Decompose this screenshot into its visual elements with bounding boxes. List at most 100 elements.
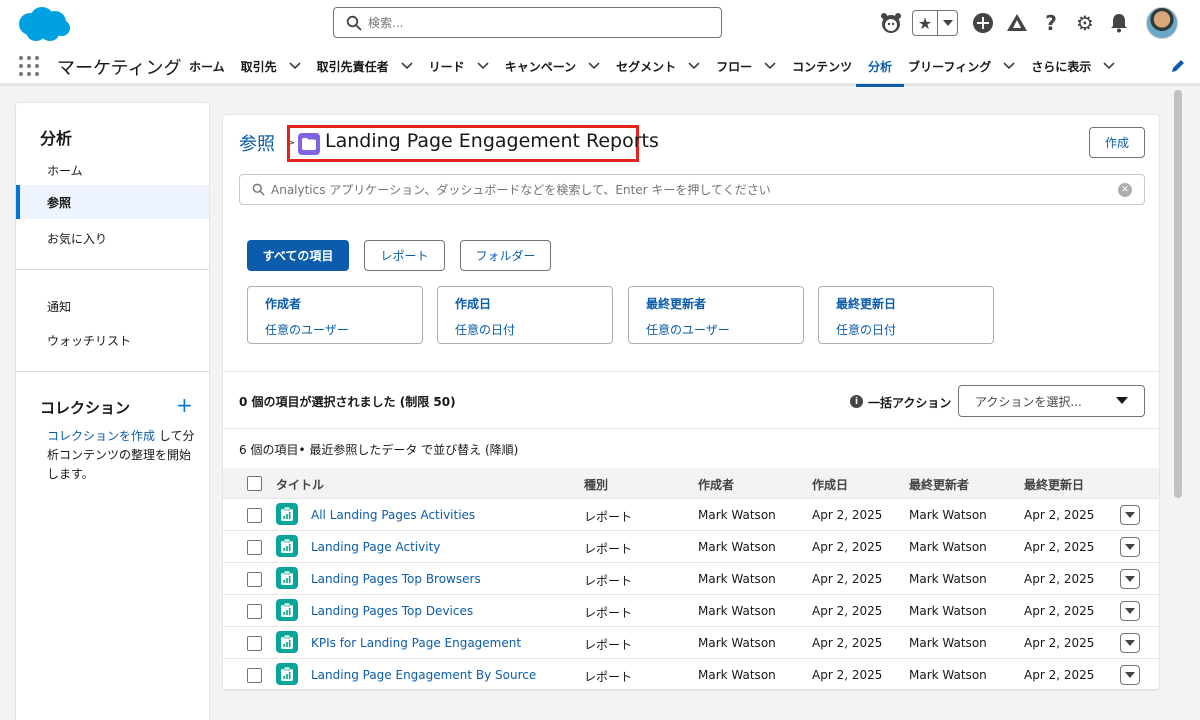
einstein-icon[interactable] [874,6,908,40]
row-checkbox[interactable] [247,540,262,555]
row-actions-menu-button[interactable] [1120,569,1140,589]
filter-card-value: 任意のユーザー [646,323,730,337]
chevron-down-icon[interactable] [588,62,600,70]
page-scrollbar[interactable] [1174,90,1182,498]
nav-item[interactable]: コンテンツ [792,46,852,86]
nav-item-label: フロー [716,59,753,74]
column-header-title[interactable]: タイトル [276,476,324,493]
row-checkbox[interactable] [247,636,262,651]
nav-item-label: さらに表示 [1031,59,1092,74]
row-actions-menu-button[interactable] [1120,505,1140,525]
sidebar-item-home[interactable]: ホーム [16,153,209,187]
row-checkbox[interactable] [247,508,262,523]
help-icon[interactable]: ? [1034,6,1068,40]
report-title-link[interactable]: Landing Pages Top Browsers [311,572,481,586]
chevron-down-icon [1125,672,1135,678]
cell-created-date: Apr 2, 2025 [812,636,883,650]
breadcrumb[interactable]: 参照 [239,130,275,156]
chevron-down-icon[interactable] [764,62,776,70]
edit-nav-pencil-icon[interactable] [1170,58,1186,74]
chevron-down-icon[interactable] [289,62,301,70]
global-search-input[interactable]: 検索... [333,7,722,38]
sidebar-item-notifications[interactable]: 通知 [16,289,209,323]
nav-item[interactable]: 取引先責任者 [317,46,413,86]
app-launcher-icon[interactable] [19,56,39,76]
create-collection-link[interactable]: コレクションを作成 [47,429,155,443]
cell-modified-by: Mark Watson [909,508,987,522]
table-row: Landing Page Activity レポート Mark Watson Apr … [223,531,1159,563]
nav-item-label: ブリーフィング [908,59,992,74]
user-avatar[interactable] [1146,7,1178,39]
column-header-created-date[interactable]: 作成日 [812,476,848,493]
cell-created-date: Apr 2, 2025 [812,508,883,522]
nav-item[interactable]: キャンペーン [505,46,600,86]
nav-item[interactable]: フロー [716,46,776,86]
chevron-down-icon[interactable] [477,62,489,70]
salesforce-logo[interactable] [12,4,72,44]
column-header-created-by[interactable]: 作成者 [698,476,734,493]
trailhead-icon[interactable] [1000,6,1034,40]
nav-item[interactable]: セグメント [616,46,700,86]
row-checkbox[interactable] [247,572,262,587]
row-actions-menu-button[interactable] [1120,665,1140,685]
report-icon [276,535,298,557]
setup-gear-icon[interactable]: ⚙ [1068,6,1102,40]
select-all-checkbox[interactable] [247,476,262,491]
report-title-link[interactable]: All Landing Pages Activities [311,508,475,522]
column-header-modified-date[interactable]: 最終更新日 [1024,476,1084,493]
add-icon[interactable] [966,6,1000,40]
favorites-star-icon[interactable]: ★ [913,11,937,35]
sidebar-item-favorites[interactable]: お気に入り [16,221,209,255]
column-header-type[interactable]: 種別 [584,476,608,493]
sidebar-item-browse[interactable]: 参照 [16,185,209,219]
chevron-down-icon[interactable] [1003,62,1015,70]
filter-card-modified-by[interactable]: 最終更新者 任意のユーザー [628,286,804,344]
collections-title: コレクション [40,399,131,417]
nav-item[interactable]: さらに表示 [1031,46,1115,86]
filter-reports-button[interactable]: レポート [364,240,445,271]
report-title-link[interactable]: Landing Page Activity [311,540,440,554]
chevron-down-icon[interactable] [1103,62,1115,70]
filter-card-created-date[interactable]: 作成日 任意の日付 [437,286,613,344]
global-header: 検索... ★ ? ⚙ [0,0,1200,46]
cell-modified-date: Apr 2, 2025 [1024,636,1095,650]
row-checkbox[interactable] [247,604,262,619]
row-actions-menu-button[interactable] [1120,537,1140,557]
cell-created-by: Mark Watson [698,636,776,650]
nav-item[interactable]: リード [429,46,489,86]
filter-card-modified-date[interactable]: 最終更新日 任意の日付 [818,286,994,344]
create-button[interactable]: 作成 [1089,127,1145,158]
nav-item[interactable]: 分析 [856,46,905,87]
page-title: Landing Page Engagement Reports [325,130,659,152]
favorites-dropdown-icon[interactable] [937,11,957,35]
bulk-action-select[interactable]: アクションを選択... [958,385,1145,417]
filter-card-title: 最終更新者 [646,297,707,311]
clear-search-icon[interactable]: ✕ [1118,183,1132,197]
report-title-link[interactable]: KPIs for Landing Page Engagement [311,636,521,650]
sidebar-item-watchlist[interactable]: ウォッチリスト [16,323,209,357]
chevron-down-icon[interactable] [688,62,700,70]
notification-bell-icon[interactable] [1102,6,1136,40]
cell-created-date: Apr 2, 2025 [812,572,883,586]
table-row: All Landing Pages Activities レポート Mark Wat… [223,499,1159,531]
add-collection-plus-icon[interactable]: + [176,394,193,416]
analytics-search-input[interactable]: Analytics アプリケーション、ダッシュボードなどを検索して、Enter … [239,174,1145,205]
chevron-down-icon[interactable] [401,62,413,70]
chevron-down-icon [1125,640,1135,646]
filter-card-created-by[interactable]: 作成者 任意のユーザー [247,286,423,344]
cell-type: レポート [584,510,633,524]
row-actions-menu-button[interactable] [1120,601,1140,621]
column-header-modified-by[interactable]: 最終更新者 [909,476,969,493]
filter-folders-button[interactable]: フォルダー [460,240,551,271]
row-actions-menu-button[interactable] [1120,633,1140,653]
row-checkbox[interactable] [247,668,262,683]
nav-item[interactable]: ホーム [189,46,225,86]
report-icon [276,631,298,653]
chevron-down-icon [1125,576,1135,582]
nav-item[interactable]: 取引先 [241,46,301,86]
report-title-link[interactable]: Landing Page Engagement By Source [311,668,536,682]
nav-item[interactable]: ブリーフィング [908,46,1015,86]
filter-all-items-button[interactable]: すべての項目 [247,240,349,271]
report-icon [276,567,298,589]
report-title-link[interactable]: Landing Pages Top Devices [311,604,473,618]
